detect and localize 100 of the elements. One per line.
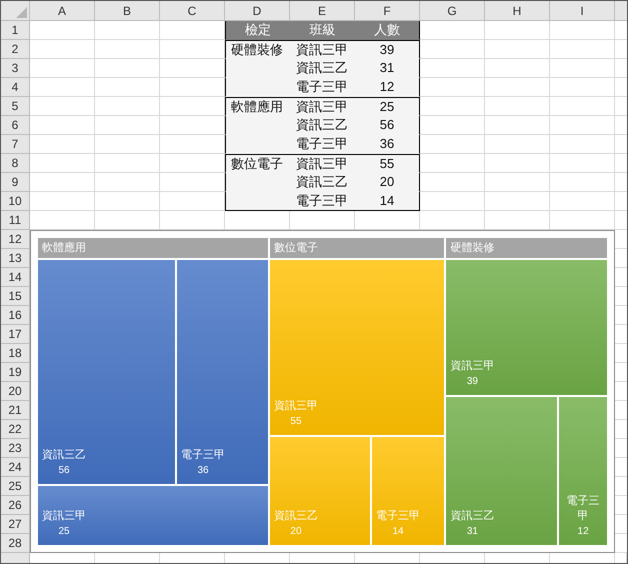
sheet-cell[interactable] (95, 21, 160, 40)
row-header[interactable]: 5 (1, 97, 30, 116)
sheet-cell[interactable] (485, 97, 550, 116)
sheet-cell[interactable] (485, 116, 550, 135)
sheet-cell[interactable] (485, 40, 550, 59)
tile-value: 12 (578, 525, 589, 539)
sheet-cell[interactable] (420, 116, 485, 135)
column-header[interactable]: C (160, 1, 225, 21)
sheet-cell[interactable] (550, 135, 615, 154)
sheet-cell[interactable] (550, 40, 615, 59)
row-header[interactable]: 27 (1, 515, 30, 534)
sheet-cell[interactable] (30, 21, 95, 40)
column-header[interactable]: B (95, 1, 160, 21)
sheet-cell[interactable] (485, 135, 550, 154)
sheet-cell[interactable] (550, 21, 615, 40)
row-header[interactable]: 10 (1, 192, 30, 211)
tile-label: 資訊三甲 (42, 509, 86, 524)
sheet-cell[interactable] (30, 154, 95, 173)
column-header[interactable]: G (420, 1, 485, 21)
row-header[interactable]: 11 (1, 211, 30, 230)
sheet-cell[interactable] (550, 78, 615, 97)
sheet-cell[interactable] (485, 192, 550, 211)
sheet-cell[interactable] (420, 154, 485, 173)
sheet-cell[interactable] (485, 154, 550, 173)
sheet-cell[interactable] (485, 78, 550, 97)
column-header[interactable]: E (290, 1, 355, 21)
sheet-cell[interactable] (420, 59, 485, 78)
sheet-cell[interactable] (30, 192, 95, 211)
column-header[interactable]: H (485, 1, 550, 21)
row-header[interactable]: 6 (1, 116, 30, 135)
column-header[interactable]: A (30, 1, 95, 21)
row-header[interactable]: 26 (1, 496, 30, 515)
sheet-cell[interactable] (550, 97, 615, 116)
row-header[interactable]: 7 (1, 135, 30, 154)
column-header[interactable]: D (225, 1, 290, 21)
select-all-corner[interactable] (1, 1, 30, 21)
sheet-cell[interactable] (420, 97, 485, 116)
sheet-cell[interactable] (30, 173, 95, 192)
sheet-cell[interactable] (420, 40, 485, 59)
sheet-cell[interactable] (95, 192, 160, 211)
sheet-cell[interactable] (550, 59, 615, 78)
sheet-cell[interactable] (95, 173, 160, 192)
treemap-chart[interactable]: 軟體應用 資訊三乙 56 電子三甲 36 資訊三甲 25 數位電子 資訊三甲 55 資訊三乙 20 電子三甲 14 硬體裝修 資訊三甲 39 資訊三乙 31 電子三甲 12 (30, 230, 615, 553)
sheet-cell[interactable] (95, 135, 160, 154)
column-header[interactable]: I (550, 1, 615, 21)
row-header[interactable]: 13 (1, 249, 30, 268)
sheet-cell[interactable] (95, 154, 160, 173)
row-header[interactable]: 17 (1, 325, 30, 344)
row-header[interactable]: 23 (1, 439, 30, 458)
table-cell-text: 56 (380, 116, 394, 134)
sheet-cell[interactable] (30, 40, 95, 59)
row-header[interactable]: 1 (1, 21, 30, 40)
sheet-cell[interactable] (485, 173, 550, 192)
row-header[interactable] (1, 553, 30, 563)
sheet-cell[interactable] (485, 59, 550, 78)
row-header[interactable]: 19 (1, 363, 30, 382)
sheet-cell[interactable] (420, 135, 485, 154)
row-header[interactable]: 2 (1, 40, 30, 59)
sheet-cell[interactable] (30, 78, 95, 97)
sheet-cell[interactable] (30, 116, 95, 135)
row-header[interactable]: 21 (1, 401, 30, 420)
row-header[interactable]: 18 (1, 344, 30, 363)
column-header[interactable]: F (355, 1, 420, 21)
row-header[interactable]: 4 (1, 78, 30, 97)
row-header[interactable]: 24 (1, 458, 30, 477)
row-header[interactable]: 12 (1, 230, 30, 249)
sheet-cell[interactable] (95, 59, 160, 78)
sheet-cell[interactable] (95, 97, 160, 116)
row-header[interactable]: 28 (1, 534, 30, 553)
sheet-cell[interactable] (550, 154, 615, 173)
row-header[interactable]: 9 (1, 173, 30, 192)
table-cell-text: 電子三甲 (296, 192, 348, 210)
sheet-cell[interactable] (30, 97, 95, 116)
tile-label: 資訊三甲 (450, 358, 494, 374)
table-cell-text: 31 (380, 59, 394, 78)
tile-label: 資訊三乙 (274, 509, 318, 524)
sheet-cell[interactable] (30, 135, 95, 154)
column-header[interactable] (615, 1, 627, 21)
sheet-cell[interactable] (95, 116, 160, 135)
row-header[interactable]: 15 (1, 287, 30, 306)
row-header[interactable]: 14 (1, 268, 30, 287)
sheet-cell[interactable] (485, 21, 550, 40)
sheet-cell[interactable] (420, 173, 485, 192)
tile-value: 55 (290, 415, 302, 430)
sheet-cell[interactable] (420, 78, 485, 97)
sheet-cell[interactable] (95, 78, 160, 97)
sheet-cell[interactable] (550, 173, 615, 192)
row-header[interactable]: 20 (1, 382, 30, 401)
sheet-cell[interactable] (550, 192, 615, 211)
row-header[interactable]: 3 (1, 59, 30, 78)
sheet-cell[interactable] (420, 21, 485, 40)
row-header[interactable]: 8 (1, 154, 30, 173)
sheet-cell[interactable] (30, 59, 95, 78)
sheet-cell[interactable] (95, 40, 160, 59)
row-header[interactable]: 16 (1, 306, 30, 325)
row-header[interactable]: 22 (1, 420, 30, 439)
sheet-cell[interactable] (420, 192, 485, 211)
table-cell-text: 電子三甲 (296, 135, 348, 154)
sheet-cell[interactable] (550, 116, 615, 135)
row-header[interactable]: 25 (1, 477, 30, 496)
